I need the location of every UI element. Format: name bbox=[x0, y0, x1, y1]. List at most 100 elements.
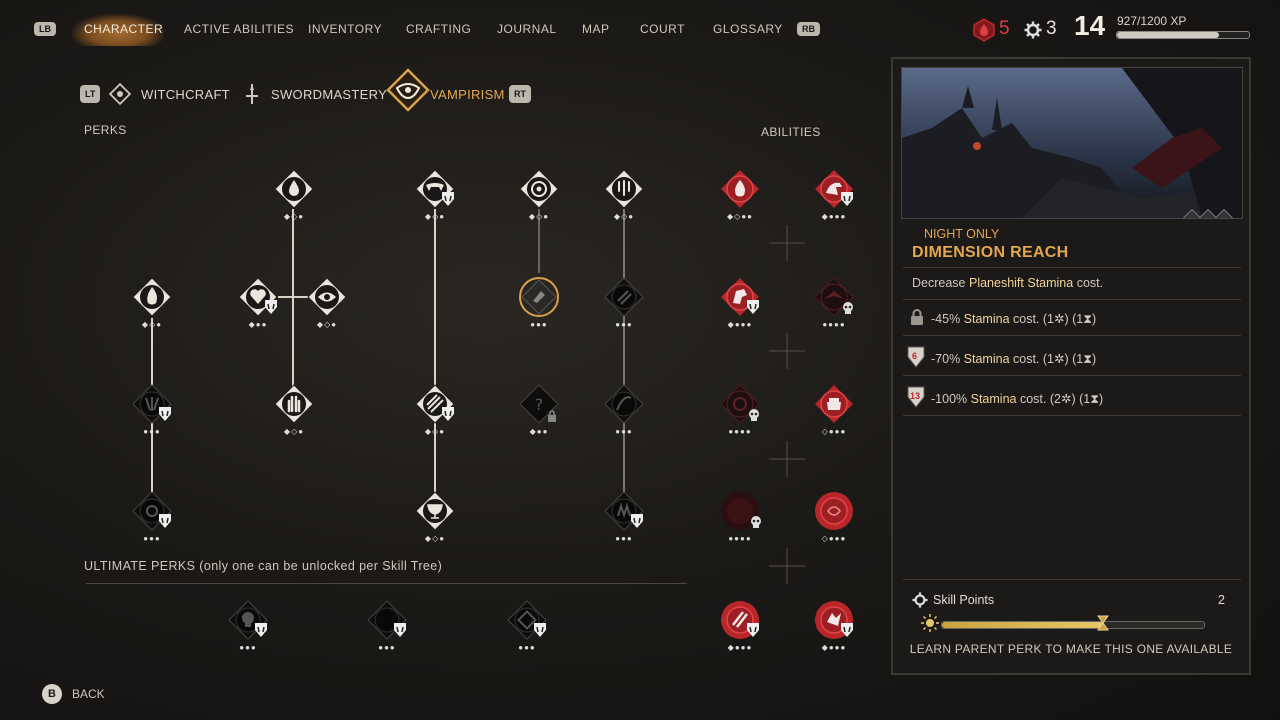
tree-tab-swordmastery[interactable]: SWORDMASTERY bbox=[271, 87, 387, 102]
ultimate-divider bbox=[86, 583, 687, 584]
perk-node-flame[interactable]: ◆◇● bbox=[132, 277, 172, 329]
rb-button[interactable]: RB bbox=[797, 22, 820, 36]
perk-rank-pips: ◆◇● bbox=[613, 212, 635, 221]
skull-icon bbox=[749, 409, 759, 421]
ability-rank-pips: ◆●●● bbox=[821, 643, 847, 652]
perk-node-grasp-locked[interactable]: ●●● bbox=[604, 491, 644, 543]
top-nav: LB CHARACTER ACTIVE ABILITIES INVENTORY … bbox=[0, 0, 1280, 58]
ability-node-bloodorb[interactable]: ◇●●● bbox=[814, 491, 854, 543]
perk-node-fangs[interactable]: ◆◇● bbox=[415, 169, 455, 221]
rank-2-effect: -70% Stamina cost. (1✲) (1⧗) bbox=[931, 352, 1097, 366]
rank-1-effect: -45% Stamina cost. (1✲) (1⧗) bbox=[931, 312, 1097, 326]
perk-node-heart[interactable]: ◆●● bbox=[238, 277, 278, 329]
tab-journal[interactable]: JOURNAL bbox=[497, 22, 557, 36]
divider bbox=[903, 299, 1241, 300]
perk-node-claw-locked[interactable]: ●●● bbox=[132, 384, 172, 436]
perk-node-hand[interactable]: ◆◇● bbox=[274, 384, 314, 436]
tab-crafting[interactable]: CRAFTING bbox=[406, 22, 471, 36]
tab-map[interactable]: MAP bbox=[582, 22, 610, 36]
tree-tab-vampirism[interactable]: VAMPIRISM bbox=[430, 87, 505, 102]
perk-rank-pips: ◆◇● bbox=[424, 427, 446, 436]
moon-icon bbox=[1209, 616, 1216, 630]
perk-node-all-seeing[interactable]: ◆◇● bbox=[519, 169, 559, 221]
perk-node-scratch-locked[interactable]: ●●● bbox=[604, 277, 644, 329]
tree-connector bbox=[434, 209, 436, 513]
ability-rank-pips: ◆●●● bbox=[727, 320, 753, 329]
divider bbox=[903, 267, 1241, 268]
perk-node-bloodeye[interactable]: ◆◇● bbox=[307, 277, 347, 329]
b-button[interactable]: B bbox=[42, 684, 62, 704]
perk-node-rain[interactable]: ◆◇● bbox=[604, 169, 644, 221]
lb-button[interactable]: LB bbox=[34, 22, 56, 36]
tab-active-abilities[interactable]: ACTIVE ABILITIES bbox=[184, 22, 294, 36]
perk-rank-pips: ◆●● bbox=[248, 320, 268, 329]
ability-node-bloodflame[interactable]: ◆◇●● bbox=[720, 169, 760, 221]
ability-node-fist[interactable]: ◇●●● bbox=[814, 384, 854, 436]
perk-rank-pips: ◆◇● bbox=[424, 212, 446, 221]
ultimate-perk-skull[interactable]: ●●● bbox=[228, 600, 268, 652]
tab-glossary[interactable]: GLOSSARY bbox=[713, 22, 783, 36]
tab-character[interactable]: CHARACTER bbox=[84, 22, 163, 36]
moon-icon bbox=[915, 229, 920, 239]
fang-cost-icon bbox=[159, 514, 171, 528]
perk-description: Decrease Planeshift Stamina cost. bbox=[912, 276, 1104, 290]
blood-count: 5 bbox=[999, 18, 1010, 39]
skull-icon bbox=[843, 302, 853, 314]
skill-count: 3 bbox=[1046, 18, 1057, 39]
ultimate-perk-sigil[interactable]: ●●● bbox=[507, 600, 547, 652]
perk-rank-pips: ●●● bbox=[143, 534, 161, 543]
fang-cost-icon bbox=[442, 407, 454, 421]
ability-node-wings-locked[interactable]: ●●●● bbox=[814, 277, 854, 329]
ability-node-howl[interactable]: ◆●●● bbox=[720, 277, 760, 329]
ultimate-perk-moon[interactable]: ●●● bbox=[367, 600, 407, 652]
ability-rank-pips: ●●●● bbox=[728, 534, 752, 543]
hourglass-marker-icon bbox=[1097, 615, 1110, 631]
perk-title: DIMENSION REACH bbox=[912, 244, 1069, 261]
perk-rank-pips: ◆◇● bbox=[141, 320, 163, 329]
divider bbox=[903, 579, 1241, 580]
fang-cost-icon bbox=[394, 623, 406, 637]
ability-rank-pips: ◆●●● bbox=[727, 643, 753, 652]
ability-node-gaze-locked[interactable]: ●●●● bbox=[720, 384, 760, 436]
lt-button[interactable]: LT bbox=[80, 85, 101, 103]
tab-court[interactable]: COURT bbox=[640, 22, 685, 36]
perk-node-eye-locked[interactable]: ●●● bbox=[132, 491, 172, 543]
fang-cost-icon bbox=[534, 623, 546, 637]
lock-icon bbox=[911, 309, 923, 325]
divider bbox=[903, 415, 1241, 416]
ability-node-rending[interactable]: ◆●●● bbox=[814, 600, 854, 652]
skill-point-gear-icon bbox=[912, 592, 928, 608]
perk-node-swipe-locked[interactable]: ●●● bbox=[604, 384, 644, 436]
rt-button[interactable]: RT bbox=[509, 85, 531, 103]
fang-cost-icon bbox=[747, 300, 759, 314]
perk-rank-pips: ●●● bbox=[615, 427, 633, 436]
ability-rank-pips: ●●●● bbox=[822, 320, 846, 329]
ability-node-orb-locked[interactable]: ●●●● bbox=[720, 491, 761, 543]
fang-cost-icon bbox=[841, 192, 853, 206]
tab-inventory[interactable]: INVENTORY bbox=[308, 22, 382, 36]
perk-rank-pips: ●●● bbox=[143, 427, 161, 436]
player-level: 14 bbox=[1074, 10, 1106, 41]
perk-rank-pips: ●●● bbox=[615, 320, 633, 329]
perk-node-drop[interactable]: ◆◇● bbox=[274, 169, 314, 221]
back-button[interactable]: BACK bbox=[72, 687, 105, 701]
day-night-bar-fill bbox=[942, 622, 1105, 628]
tree-tab-witchcraft[interactable]: WITCHCRAFT bbox=[141, 87, 230, 102]
tree-connector bbox=[292, 209, 294, 405]
ability-node-slashes[interactable]: ◆●●● bbox=[720, 600, 760, 652]
perk-node-chalice[interactable]: ◆◇● bbox=[415, 491, 455, 543]
footer-hint: LEARN PARENT PERK TO MAKE THIS ONE AVAIL… bbox=[909, 642, 1233, 656]
ability-link-cross bbox=[769, 225, 805, 261]
perk-rank-pips: ◆◇● bbox=[316, 320, 338, 329]
xp-bar bbox=[1116, 31, 1250, 39]
ability-node-beast[interactable]: ◆●●● bbox=[814, 169, 854, 221]
perk-rank-pips: ◆◇● bbox=[424, 534, 446, 543]
perk-node-slash[interactable]: ◆◇● bbox=[415, 384, 455, 436]
perk-node-unknown-locked[interactable]: ? ◆●● bbox=[519, 384, 559, 436]
perk-node-dimension-reach-selected[interactable]: ●●● bbox=[519, 277, 559, 329]
ability-rank-pips: ◇●●● bbox=[821, 534, 847, 543]
xp-bar-fill bbox=[1117, 32, 1219, 38]
skill-points-label: Skill Points bbox=[933, 593, 995, 607]
ultimate-perks-heading: ULTIMATE PERKS (only one can be unlocked… bbox=[84, 559, 443, 573]
perk-rank-pips: ◆◇● bbox=[283, 427, 305, 436]
